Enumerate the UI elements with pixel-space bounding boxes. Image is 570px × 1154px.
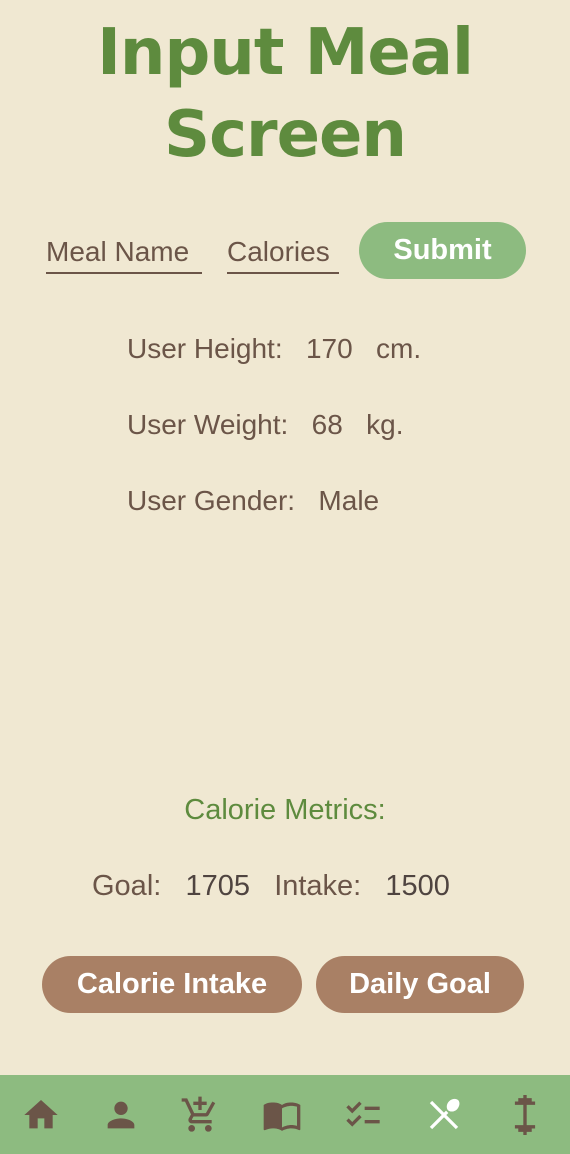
dumbbell-icon xyxy=(514,1095,536,1135)
checklist-icon xyxy=(346,1101,380,1127)
daily-goal-button[interactable]: Daily Goal xyxy=(316,956,524,1013)
user-weight-value: 68 xyxy=(311,409,343,440)
calorie-intake-button[interactable]: Calorie Intake xyxy=(42,956,302,1013)
user-weight-row: User Weight: 68 kg. xyxy=(127,409,404,441)
goal-value: 1705 xyxy=(185,870,251,902)
nav-cart[interactable] xyxy=(178,1093,222,1137)
nav-profile[interactable] xyxy=(99,1093,143,1137)
cart-add-icon xyxy=(181,1096,216,1132)
user-gender-label: User Gender: xyxy=(127,485,296,516)
person-icon xyxy=(107,1101,135,1129)
user-gender-value: Male xyxy=(318,485,380,516)
page-title: Input Meal Screen xyxy=(0,12,570,176)
user-height-label: User Height: xyxy=(127,333,283,364)
user-height-row: User Height: 170 cm. xyxy=(127,333,421,365)
user-height-value: 170 xyxy=(305,333,353,364)
user-weight-unit: kg. xyxy=(366,409,404,440)
user-height-unit: cm. xyxy=(376,333,422,364)
intake-value: 1500 xyxy=(385,870,450,902)
nav-workout[interactable] xyxy=(503,1093,547,1137)
goal-label: Goal: xyxy=(92,870,162,902)
page-title-line1: Input Meal xyxy=(97,16,474,90)
calorie-metrics-title: Calorie Metrics: xyxy=(184,794,386,826)
nav-meals[interactable] xyxy=(422,1093,466,1137)
calorie-metrics-row: Goal: 1705 Intake: 1500 xyxy=(92,870,450,903)
user-weight-label: User Weight: xyxy=(127,409,289,440)
nav-home[interactable] xyxy=(19,1093,63,1137)
meal-input-row: Submit xyxy=(0,222,570,280)
page-title-line2: Screen xyxy=(164,98,407,172)
calories-input[interactable] xyxy=(227,232,339,274)
nav-recipes[interactable] xyxy=(260,1093,304,1137)
submit-button[interactable]: Submit xyxy=(359,222,526,279)
book-icon xyxy=(263,1102,301,1131)
bottom-navigation xyxy=(0,1075,570,1154)
user-gender-row: User Gender: Male xyxy=(127,485,379,517)
meal-name-input[interactable] xyxy=(46,232,202,274)
home-icon xyxy=(24,1100,58,1129)
intake-label: Intake: xyxy=(274,870,362,902)
nav-checklist[interactable] xyxy=(341,1093,385,1137)
fork-spoon-icon xyxy=(429,1098,460,1130)
